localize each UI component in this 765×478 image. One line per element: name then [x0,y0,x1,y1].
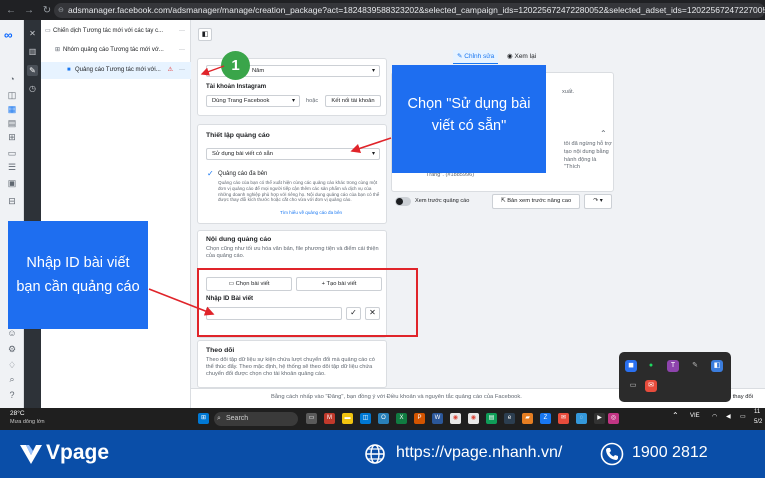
messenger-icon[interactable]: ◌ [576,413,587,424]
brand-footer: Vpage https://vpage.nhanh.vn/ 1900 2812 [0,430,765,478]
volume-icon[interactable]: ◀ [726,413,731,420]
battery-icon[interactable]: ▭ [740,413,746,420]
zalo-icon[interactable]: Z [540,413,551,424]
sheets-icon[interactable]: ▤ [486,413,497,424]
clock-date[interactable]: 5/2 [754,419,762,425]
phone-icon [600,442,624,466]
language-indicator[interactable]: VIE [690,413,700,419]
mail-icon[interactable]: ✉ [645,380,657,392]
annotation-arrows [148,65,392,316]
pen-icon[interactable]: ✎ [689,360,701,372]
globe-icon [365,444,385,464]
remote-icon[interactable]: ◧ [711,360,723,372]
app-icon[interactable]: ◼ [625,360,637,372]
files-icon[interactable]: ▰ [522,413,533,424]
chrome-profile-icon[interactable]: ◉ [468,413,479,424]
excel-icon[interactable]: X [396,413,407,424]
keyboard-icon[interactable]: ▭ [627,380,639,392]
instagram-icon[interactable]: ◎ [608,413,619,424]
store-icon[interactable]: ◫ [360,413,371,424]
mcafee-icon[interactable]: M [324,413,335,424]
chrome-icon[interactable]: ◉ [450,413,461,424]
explorer-icon[interactable]: ▬ [342,413,353,424]
search-icon: ⌕ [217,415,221,422]
mail-app-icon[interactable]: ✉ [558,413,569,424]
website-link[interactable]: https://vpage.nhanh.vn/ [396,444,562,462]
tray-expand-icon[interactable]: ⌃ [672,411,679,420]
system-tray-popup: ◼ ● T ✎ ◧ ▭ ✉ [619,352,731,402]
powerpoint-icon[interactable]: P [414,413,425,424]
weather-widget[interactable]: 28°C Mưa dông lớn [10,410,45,426]
capcut-icon[interactable]: ▶ [594,413,605,424]
word-icon[interactable]: W [432,413,443,424]
vpage-logo-icon [20,445,42,464]
taskbar: 28°C Mưa dông lớn ⊞ ⌕ Search ▭ M ▬ ◫ O X… [0,408,765,430]
edge-icon[interactable]: e [504,413,515,424]
teams-icon[interactable]: T [667,360,679,372]
hotline-number[interactable]: 1900 2812 [632,444,708,462]
wifi-icon[interactable]: ◠ [712,413,717,420]
task-view-icon[interactable]: ▭ [306,413,317,424]
brand-name: Vpage [46,441,110,464]
spotify-icon[interactable]: ● [645,360,657,372]
outlook-icon[interactable]: O [378,413,389,424]
taskbar-search[interactable]: ⌕ Search [214,412,298,426]
clock-time[interactable]: 11 [754,409,760,415]
start-icon[interactable]: ⊞ [198,413,209,424]
